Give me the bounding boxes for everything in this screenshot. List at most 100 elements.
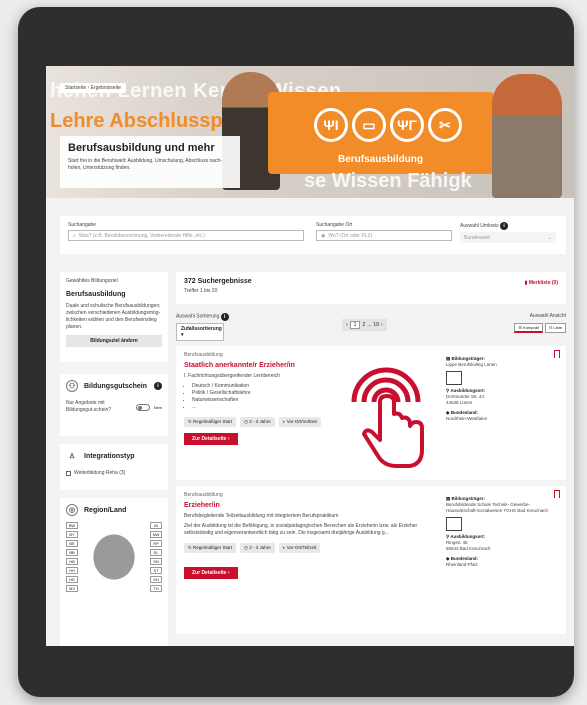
- state-button[interactable]: HE: [66, 576, 78, 583]
- goal-title: Berufsausbildung: [66, 291, 126, 298]
- voucher-header: ⚇ Bildungsgutschein i: [66, 380, 162, 392]
- pagination-prev[interactable]: ‹: [346, 322, 348, 328]
- person-wave-icon: ♙: [68, 453, 76, 460]
- watchlist-link[interactable]: ▮ Merkliste (0): [525, 280, 558, 286]
- voucher-title: Bildungsgutschein: [84, 382, 147, 390]
- radius-label: Auswahl Umkreis i: [460, 222, 556, 230]
- state-button[interactable]: BW: [66, 522, 78, 529]
- state-button[interactable]: SN: [150, 558, 162, 565]
- chevron-down-icon: ▾: [181, 332, 184, 338]
- duration-chip: ◷ 2 - 3 Jahre: [240, 417, 275, 427]
- state-button[interactable]: TH: [150, 585, 162, 592]
- card-provider-info: ▤ Bildungsträger: Berufsbildende Schule …: [446, 496, 556, 568]
- integration-option[interactable]: Weiterbildung Reha (3): [66, 470, 162, 477]
- page-2[interactable]: 2: [362, 322, 365, 328]
- hero-person-woman: [492, 74, 562, 198]
- pagination: ‹ 1 2 ... 19 ›: [342, 319, 387, 331]
- integration-title: Integrationstyp: [84, 452, 135, 460]
- education-goal-panel: Gewähltes Bildungsziel Berufsausbildung …: [60, 272, 168, 362]
- page-ellipsis: ...: [367, 322, 372, 328]
- info-icon[interactable]: i: [154, 382, 162, 390]
- what-search-label: Suchangabe: [68, 222, 97, 228]
- germany-map[interactable]: [82, 522, 146, 592]
- pagination-next[interactable]: ›: [381, 322, 383, 328]
- view-list-button[interactable]: ☷ Liste: [544, 323, 566, 333]
- state-name: Nordrhein-Westfalen: [446, 416, 488, 421]
- radius-select[interactable]: Bundesweit ⌄: [460, 232, 556, 243]
- region-header: ◎ Region/Land: [66, 504, 162, 516]
- view-toggle: ☰ Kompakt ☷ Liste: [514, 323, 566, 333]
- state-button[interactable]: ST: [150, 567, 162, 574]
- results-range: Treffer 1 bis 20: [184, 288, 218, 294]
- location-city: 44536 Lünen: [446, 400, 473, 405]
- cutlery-icon: ΨΙ: [314, 108, 348, 142]
- where-search-field: Suchangabe Ort ◉ Wo? (Ort oder PLZ): [316, 222, 452, 241]
- change-goal-button[interactable]: Bildungsziel ändern: [66, 335, 162, 347]
- state-name: Rheinland-Pfalz: [446, 562, 478, 567]
- state-button[interactable]: BY: [66, 531, 78, 538]
- building-icon: [446, 371, 462, 385]
- state-button[interactable]: BE: [66, 540, 78, 547]
- page-title: Berufsausbildung und mehr: [68, 142, 215, 154]
- scissors-icon: ✂: [428, 108, 462, 142]
- view-compact-button[interactable]: ☰ Kompakt: [514, 323, 543, 333]
- integration-header: ♙ Integrationstyp: [66, 450, 162, 462]
- hero-title-box: Berufsausbildung und mehr Start frei in …: [60, 136, 240, 188]
- region-panel: ◎ Region/Land BW NI BY NW BE RP BB SL HB SN HH ST HE…: [60, 498, 168, 646]
- detail-button[interactable]: Zur Detailseite ›: [184, 433, 238, 445]
- region-title: Region/Land: [84, 506, 127, 514]
- state-button[interactable]: HH: [66, 567, 78, 574]
- info-icon[interactable]: i: [500, 222, 509, 230]
- start-chip: ↻ Regelmäßiger Start: [184, 417, 237, 427]
- page-19[interactable]: 19: [373, 322, 379, 328]
- voucher-row: Nur Angebote mit Bildungsgut-schein? Nei…: [66, 400, 162, 414]
- sort-select[interactable]: Zufallssortierung ▾: [176, 323, 224, 341]
- breadcrumb[interactable]: Startseite › Ergebnisseite: [60, 83, 126, 93]
- search-icon: ⌕: [73, 232, 76, 239]
- screen: hchen Lernen Kenn e Wissen Lehre Abschlu…: [46, 66, 574, 646]
- building-icon: [446, 517, 462, 531]
- state-button[interactable]: NI: [150, 522, 162, 529]
- where-search-input[interactable]: ◉ Wo? (Ort oder PLZ): [316, 230, 452, 241]
- checkbox[interactable]: [66, 471, 71, 476]
- state-selector: BW NI BY NW BE RP BB SL HB SN HH ST HE SH MV TH: [66, 522, 162, 592]
- format-chip: ◐ Vor-Ort/Teilzeit: [278, 543, 321, 553]
- where-search-label: Suchangabe Ort: [316, 222, 353, 228]
- state-button[interactable]: NW: [150, 531, 162, 538]
- goal-label: Gewähltes Bildungsziel: [66, 278, 118, 284]
- info-icon[interactable]: i: [220, 313, 229, 321]
- results-count: 372 Suchergebnisse: [184, 278, 252, 285]
- goal-description: Duale und schulische Berufsausbildungen;…: [66, 303, 161, 330]
- hero-background-words-bottom: se Wissen Fähigk: [304, 170, 472, 192]
- state-button[interactable]: SH: [150, 576, 162, 583]
- chevron-down-icon: ⌄: [547, 234, 552, 241]
- start-chip: ↻ Regelmäßiger Start: [184, 543, 237, 553]
- state-button[interactable]: BB: [66, 549, 78, 556]
- radius-field: Auswahl Umkreis i Bundesweit ⌄: [460, 222, 556, 243]
- integration-panel: ♙ Integrationstyp Weiterbildung Reha (3): [60, 444, 168, 490]
- toolbox-icon: ▭: [352, 108, 386, 142]
- globe-icon: ◎: [66, 504, 78, 516]
- location-icon: ◉: [321, 232, 326, 239]
- search-bar: Suchangabe ⌕ Was? (z.B. Berufsbezeichnung…: [60, 216, 566, 254]
- page-1[interactable]: 1: [349, 321, 361, 329]
- hero-icons: ΨΙ ▭ ΨΓ ✂: [314, 108, 462, 142]
- what-search-field: Suchangabe ⌕ Was? (z.B. Berufsbezeichnung…: [68, 222, 304, 241]
- result-card[interactable]: Berufsausbildung Erzieher/in Berufsbegle…: [176, 486, 566, 634]
- location-city: 55543 Bad Kreuznach: [446, 546, 491, 551]
- hero-banner: hchen Lernen Kenn e Wissen Lehre Abschlu…: [46, 66, 574, 198]
- card-provider-info: ▤ Bildungsträger: Lippe Berufskolleg Lün…: [446, 356, 556, 422]
- voucher-toggle[interactable]: [136, 403, 150, 411]
- state-button[interactable]: SL: [150, 549, 162, 556]
- state-button[interactable]: MV: [66, 585, 78, 592]
- view-label: Auswahl Ansicht: [529, 313, 566, 319]
- duration-chip: ◷ 2 - 3 Jahre: [240, 543, 275, 553]
- page-subtitle: Start frei in die Berufswelt: Ausbildung…: [68, 158, 222, 171]
- format-chip: ◐ Vor-Ort/Vollzeit: [278, 417, 321, 427]
- state-button[interactable]: RP: [150, 540, 162, 547]
- provider-name: Lippe Berufskolleg Lünen: [446, 362, 497, 367]
- provider-name: Berufsbildende Schule Technik- Gewerbe-H…: [446, 502, 548, 513]
- state-button[interactable]: HB: [66, 558, 78, 565]
- detail-button[interactable]: Zur Detailseite ›: [184, 567, 238, 579]
- what-search-input[interactable]: ⌕ Was? (z.B. Berufsbezeichnung, Vorbereit…: [68, 230, 304, 241]
